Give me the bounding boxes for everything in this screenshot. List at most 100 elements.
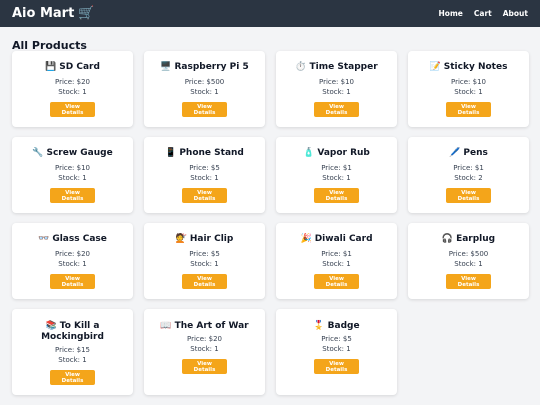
product-stock: Stock: 1 [454, 260, 483, 268]
product-stock: Stock: 1 [58, 88, 87, 96]
nav-link-home[interactable]: Home [439, 9, 463, 18]
product-stock: Stock: 1 [454, 88, 483, 96]
product-price: Price: $1 [321, 164, 352, 172]
view-details-button[interactable]: View Details [446, 188, 491, 203]
product-card: 🖊️ Pens Price: $1 Stock: 2 View Details [408, 137, 529, 213]
nav-link-cart[interactable]: Cart [474, 9, 492, 18]
view-details-button[interactable]: View Details [50, 102, 95, 117]
product-name: Badge [327, 321, 360, 331]
product-icon: ⏱️ [295, 62, 307, 72]
product-card: 📱 Phone Stand Price: $5 Stock: 1 View Detail… [144, 137, 265, 213]
view-details-button[interactable]: View Details [446, 274, 491, 289]
product-icon: 📖 [160, 321, 172, 331]
product-price: Price: $5 [189, 164, 220, 172]
product-card: 🎖️ Badge Price: $5 Stock: 1 View Details [276, 309, 397, 395]
view-details-button[interactable]: View Details [50, 188, 95, 203]
product-title: ⏱️ Time Stapper [295, 62, 377, 73]
nav-links: Home Cart About [439, 9, 528, 18]
product-name: Earplug [456, 234, 496, 244]
product-title: 📚 To Kill a Mockingbird [20, 321, 125, 343]
product-name: The Art of War [174, 321, 249, 331]
view-details-button[interactable]: View Details [182, 102, 227, 117]
product-icon: 🖥️ [160, 62, 172, 72]
product-card: 🔧 Screw Gauge Price: $10 Stock: 1 View Detai… [12, 137, 133, 213]
product-stock: Stock: 1 [190, 88, 219, 96]
product-icon: 🔧 [32, 148, 44, 158]
product-title: 📖 The Art of War [160, 321, 248, 332]
product-stock: Stock: 2 [454, 174, 483, 182]
product-title: 🎖️ Badge [313, 321, 359, 332]
product-icon: 📚 [45, 321, 57, 331]
product-title: 📝 Sticky Notes [430, 62, 508, 73]
product-price: Price: $500 [184, 78, 225, 86]
product-name: Raspberry Pi 5 [174, 62, 249, 72]
product-price: Price: $10 [54, 164, 91, 172]
view-details-button[interactable]: View Details [314, 274, 359, 289]
product-icon: 👓 [38, 234, 50, 244]
product-stock: Stock: 1 [58, 260, 87, 268]
product-title: 👓 Glass Case [38, 234, 107, 245]
product-price: Price: $20 [54, 78, 91, 86]
brand-name[interactable]: Aio Mart [12, 6, 74, 21]
view-details-button[interactable]: View Details [50, 274, 95, 289]
view-details-button[interactable]: View Details [182, 359, 227, 374]
product-price: Price: $20 [54, 250, 91, 258]
product-stock: Stock: 1 [58, 356, 87, 364]
view-details-button[interactable]: View Details [446, 102, 491, 117]
product-name: SD Card [59, 62, 100, 72]
product-card: 💇 Hair Clip Price: $5 Stock: 1 View Details [144, 223, 265, 299]
product-card: 📖 The Art of War Price: $20 Stock: 1 View De… [144, 309, 265, 395]
product-icon: 🎉 [300, 234, 312, 244]
product-stock: Stock: 1 [190, 260, 219, 268]
product-price: Price: $5 [189, 250, 220, 258]
product-icon: 📱 [165, 148, 177, 158]
nav-link-about[interactable]: About [503, 9, 528, 18]
product-name: Vapor Rub [317, 148, 370, 158]
product-card: 📝 Sticky Notes Price: $10 Stock: 1 View Deta… [408, 51, 529, 127]
product-price: Price: $1 [453, 164, 484, 172]
view-details-button[interactable]: View Details [314, 188, 359, 203]
product-title: 💾 SD Card [45, 62, 100, 73]
brand-logo[interactable]: Aio Mart 🛒 [12, 6, 95, 21]
product-name: Diwali Card [314, 234, 373, 244]
product-card: ⏱️ Time Stapper Price: $10 Stock: 1 View Det… [276, 51, 397, 127]
product-stock: Stock: 1 [322, 88, 351, 96]
product-stock: Stock: 1 [322, 260, 351, 268]
product-title: 💇 Hair Clip [176, 234, 234, 245]
shopping-cart-icon: 🛒 [78, 6, 95, 21]
view-details-button[interactable]: View Details [50, 370, 95, 385]
product-stock: Stock: 1 [322, 345, 351, 353]
view-details-button[interactable]: View Details [314, 102, 359, 117]
product-stock: Stock: 1 [190, 174, 219, 182]
product-price: Price: $1 [321, 250, 352, 258]
view-details-button[interactable]: View Details [182, 274, 227, 289]
product-card: 💾 SD Card Price: $20 Stock: 1 View Details [12, 51, 133, 127]
product-name: Phone Stand [179, 148, 244, 158]
product-name: Glass Case [52, 234, 107, 244]
product-price: Price: $20 [186, 335, 223, 343]
product-price: Price: $500 [448, 250, 489, 258]
product-price: Price: $5 [321, 335, 352, 343]
product-name: Sticky Notes [443, 62, 508, 72]
product-icon: 🎖️ [313, 321, 325, 331]
product-title: 🖊️ Pens [449, 148, 488, 159]
product-name: Time Stapper [309, 62, 378, 72]
product-title: 🎧 Earplug [442, 234, 495, 245]
product-stock: Stock: 1 [58, 174, 87, 182]
product-icon: 💾 [45, 62, 57, 72]
product-title: 🧴 Vapor Rub [303, 148, 370, 159]
product-icon: 🎧 [441, 234, 454, 244]
product-title: 📱 Phone Stand [165, 148, 244, 159]
product-card: 🎧 Earplug Price: $500 Stock: 1 View Details [408, 223, 529, 299]
product-price: Price: $10 [450, 78, 487, 86]
view-details-button[interactable]: View Details [182, 188, 227, 203]
product-name: Pens [463, 148, 488, 158]
product-stock: Stock: 1 [322, 174, 351, 182]
product-stock: Stock: 1 [190, 345, 219, 353]
product-card: 🖥️ Raspberry Pi 5 Price: $500 Stock: 1 View … [144, 51, 265, 127]
product-grid: 💾 SD Card Price: $20 Stock: 1 View Details 🖥️… [12, 51, 529, 395]
product-name: Hair Clip [189, 234, 234, 244]
view-details-button[interactable]: View Details [314, 359, 359, 374]
product-icon: 🖊️ [449, 148, 461, 158]
product-price: Price: $15 [54, 346, 91, 354]
